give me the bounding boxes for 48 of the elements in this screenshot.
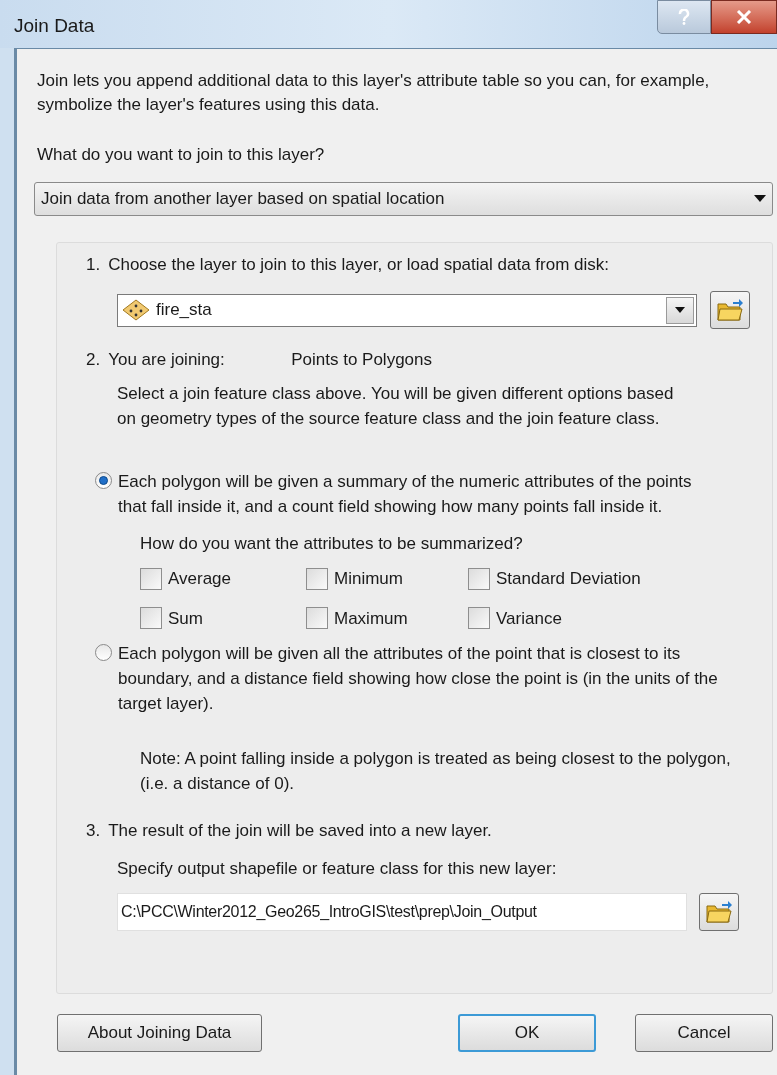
step-label: Choose the layer to join to this layer, or load spatial data from disk:	[108, 253, 609, 276]
dialog-button[interactable]: About Joining Data	[57, 1013, 262, 1052]
checkbox[interactable]	[306, 607, 328, 630]
checkbox-label: Minimum	[334, 568, 403, 590]
checkbox[interactable]	[140, 607, 162, 630]
checkbox[interactable]	[306, 567, 328, 590]
join-type-dropdown[interactable]: Join data from another layer based on spatial location	[34, 181, 773, 216]
help-icon	[678, 9, 690, 25]
note-text: Note: A point falling inside a polygon is treated as being closest to the polygon, (i.e. a distance of 0).	[140, 748, 732, 795]
dialog-button[interactable]: OK	[458, 1013, 596, 1052]
layer-value: fire_sta	[156, 299, 213, 322]
joining-value: Points to Polygons	[291, 349, 432, 371]
checkbox-label: Standard Deviation	[496, 568, 641, 590]
radio-button[interactable]	[95, 471, 112, 489]
summary-question: How do you want the attributes to be summarized?	[140, 532, 524, 555]
option-label: Each polygon will be given all the attributes of the point that is closest to its boundary, and a distance field showing how close the point is (in the units of the target layer).	[118, 643, 719, 715]
dropdown-arrow-button[interactable]	[666, 296, 694, 324]
option-label: Each polygon will be given a summary of the numeric attributes of the points that fall inside it, and a count field showing how many points fall inside it.	[118, 470, 693, 518]
dialog-button[interactable]: Cancel	[635, 1013, 773, 1052]
close-icon	[736, 10, 752, 24]
intro-text: Join lets you append additional data to this layer's attribute table so you can, for example, symbolize the layer's features using this data.	[37, 70, 711, 116]
checkbox-label: Average	[168, 568, 231, 590]
browse-button[interactable]	[710, 291, 750, 329]
checkbox[interactable]	[140, 567, 162, 590]
description-text: Select a join feature class above. You will be given different options based on geometry types of the source feature class and the join feature class.	[117, 382, 675, 430]
checkbox-label: Variance	[496, 607, 562, 630]
checkbox[interactable]	[468, 567, 490, 590]
checkbox-label: Maximum	[334, 607, 408, 630]
folder-icon	[705, 899, 733, 925]
radio-button[interactable]	[95, 644, 112, 661]
checkbox-label: Sum	[168, 607, 203, 630]
question-label: What do you want to join to this layer?	[37, 144, 326, 166]
step-label: The result of the join will be saved into a new layer.	[108, 820, 492, 842]
step-label: You are joining:	[108, 349, 226, 371]
caret-icon	[754, 195, 766, 202]
specify-label: Specify output shapefile or feature class for this new layer:	[117, 857, 558, 880]
point-layer-icon	[122, 299, 150, 321]
layer-dropdown[interactable]: fire_sta	[117, 293, 697, 327]
browse-button[interactable]	[699, 893, 739, 931]
window-title: Join Data	[14, 14, 95, 38]
step-number: 2.	[86, 349, 101, 371]
checkbox[interactable]	[468, 607, 490, 630]
step-number: 1.	[86, 253, 101, 276]
step-number: 3.	[86, 820, 101, 842]
folder-icon	[716, 297, 744, 323]
output-path-field[interactable]: C:\PCC\Winter2012_Geo265_IntroGIS\test\prep\Join_Output	[117, 893, 687, 931]
close-button[interactable]	[711, 0, 777, 34]
caret-icon	[675, 307, 685, 313]
